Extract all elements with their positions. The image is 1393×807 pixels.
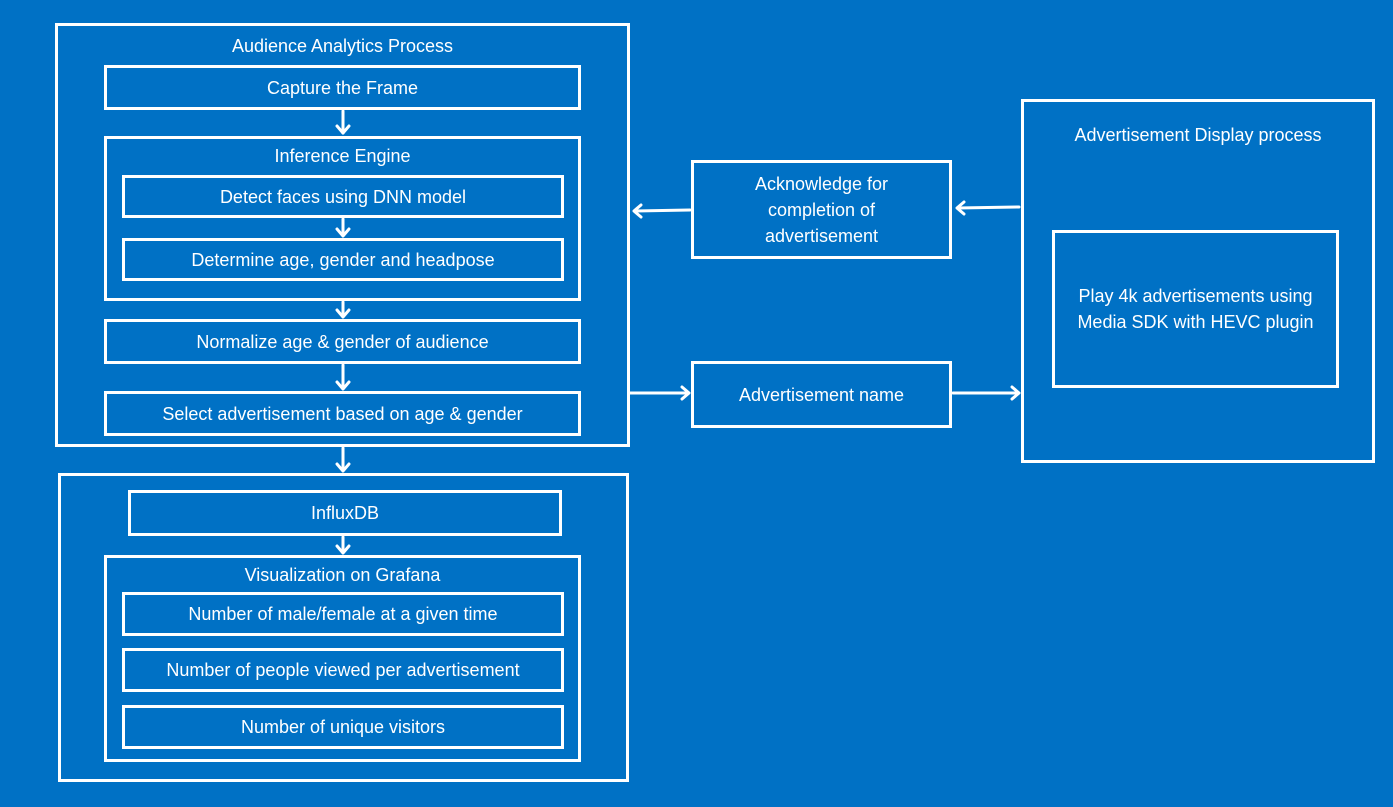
detect-faces-box: Detect faces using DNN model: [122, 175, 564, 218]
influxdb-box: InfluxDB: [128, 490, 562, 536]
audience-analytics-title: Audience Analytics Process: [231, 36, 454, 56]
grafana-item-male-female: Number of male/female at a given time: [122, 592, 564, 636]
grafana-title: Visualization on Grafana: [244, 565, 441, 585]
arrow-display-to-ack: [955, 200, 1021, 216]
select-advertisement-box: Select advertisement based on age & gend…: [104, 391, 581, 436]
grafana-item-people-viewed: Number of people viewed per advertisemen…: [122, 648, 564, 692]
grafana-item-unique-visitors: Number of unique visitors: [122, 705, 564, 749]
arrow-analytics-to-adname: [628, 385, 691, 401]
acknowledge-box: Acknowledge for completion of advertisem…: [691, 160, 952, 259]
normalize-box: Normalize age & gender of audience: [104, 319, 581, 364]
arrow-ack-to-analytics: [632, 203, 692, 219]
determine-age-gender-box: Determine age, gender and headpose: [122, 238, 564, 281]
capture-frame-box: Capture the Frame: [104, 65, 581, 110]
inference-engine-title: Inference Engine: [274, 146, 411, 166]
advertisement-name-box: Advertisement name: [691, 361, 952, 428]
arrow-analytics-to-storage: [335, 446, 351, 473]
arrow-adname-to-display: [951, 385, 1021, 401]
play-advertisements-box: Play 4k advertisements using Media SDK w…: [1052, 230, 1339, 388]
advertisement-display-title: Advertisement Display process: [1074, 125, 1322, 145]
